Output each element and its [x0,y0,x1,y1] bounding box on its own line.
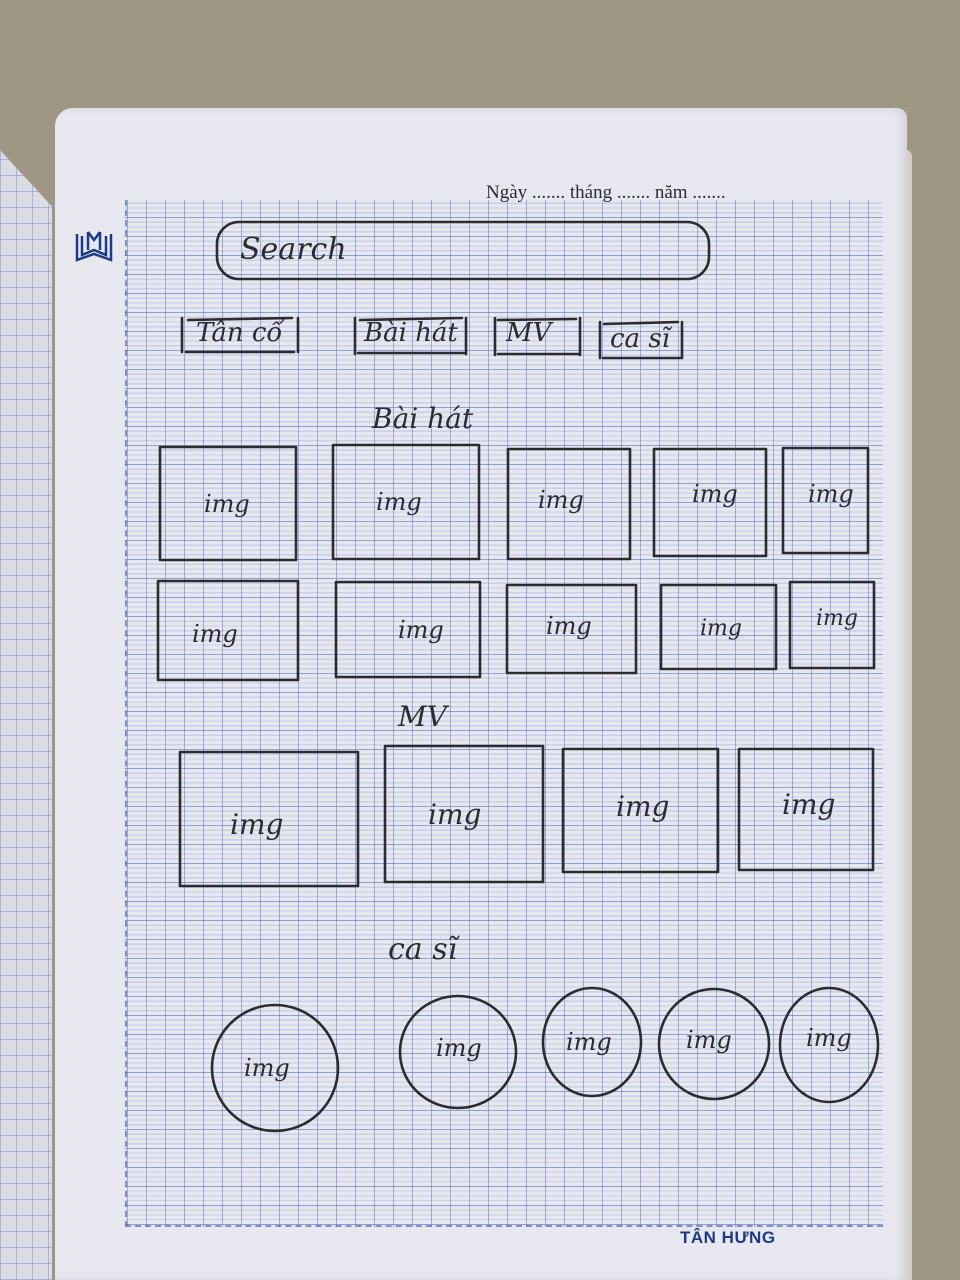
section-title-baihat: Bài hát [372,402,474,435]
img-placeholder: img [538,486,584,514]
nav-label-casi: ca sĩ [610,324,670,354]
img-placeholder: img [816,606,858,631]
nav-label-baihat: Bài hát [364,318,458,348]
img-placeholder: img [616,790,670,823]
section-title-casi: ca sĩ [388,932,458,967]
img-placeholder: img [436,1034,482,1062]
img-placeholder: img [428,798,482,831]
img-placeholder: img [230,808,284,841]
img-placeholder: img [700,616,742,641]
wireframe-sketch [156,220,880,1133]
nav-label-mv: MV [506,318,552,348]
img-placeholder: img [808,480,854,508]
img-placeholder: img [398,616,444,644]
img-placeholder: img [566,1028,612,1056]
img-placeholder: img [376,488,422,516]
section-title-mv: MV [398,700,447,733]
img-placeholder: img [686,1026,732,1054]
img-placeholder: img [782,788,836,821]
search-label: Search [240,232,347,267]
img-placeholder: img [546,612,592,640]
nav-label-tanco: Tân cổ [196,318,283,348]
img-placeholder: img [192,620,238,648]
img-placeholder: img [806,1024,852,1052]
img-placeholder: img [244,1054,290,1082]
img-placeholder: img [204,490,250,518]
img-placeholder: img [692,480,738,508]
